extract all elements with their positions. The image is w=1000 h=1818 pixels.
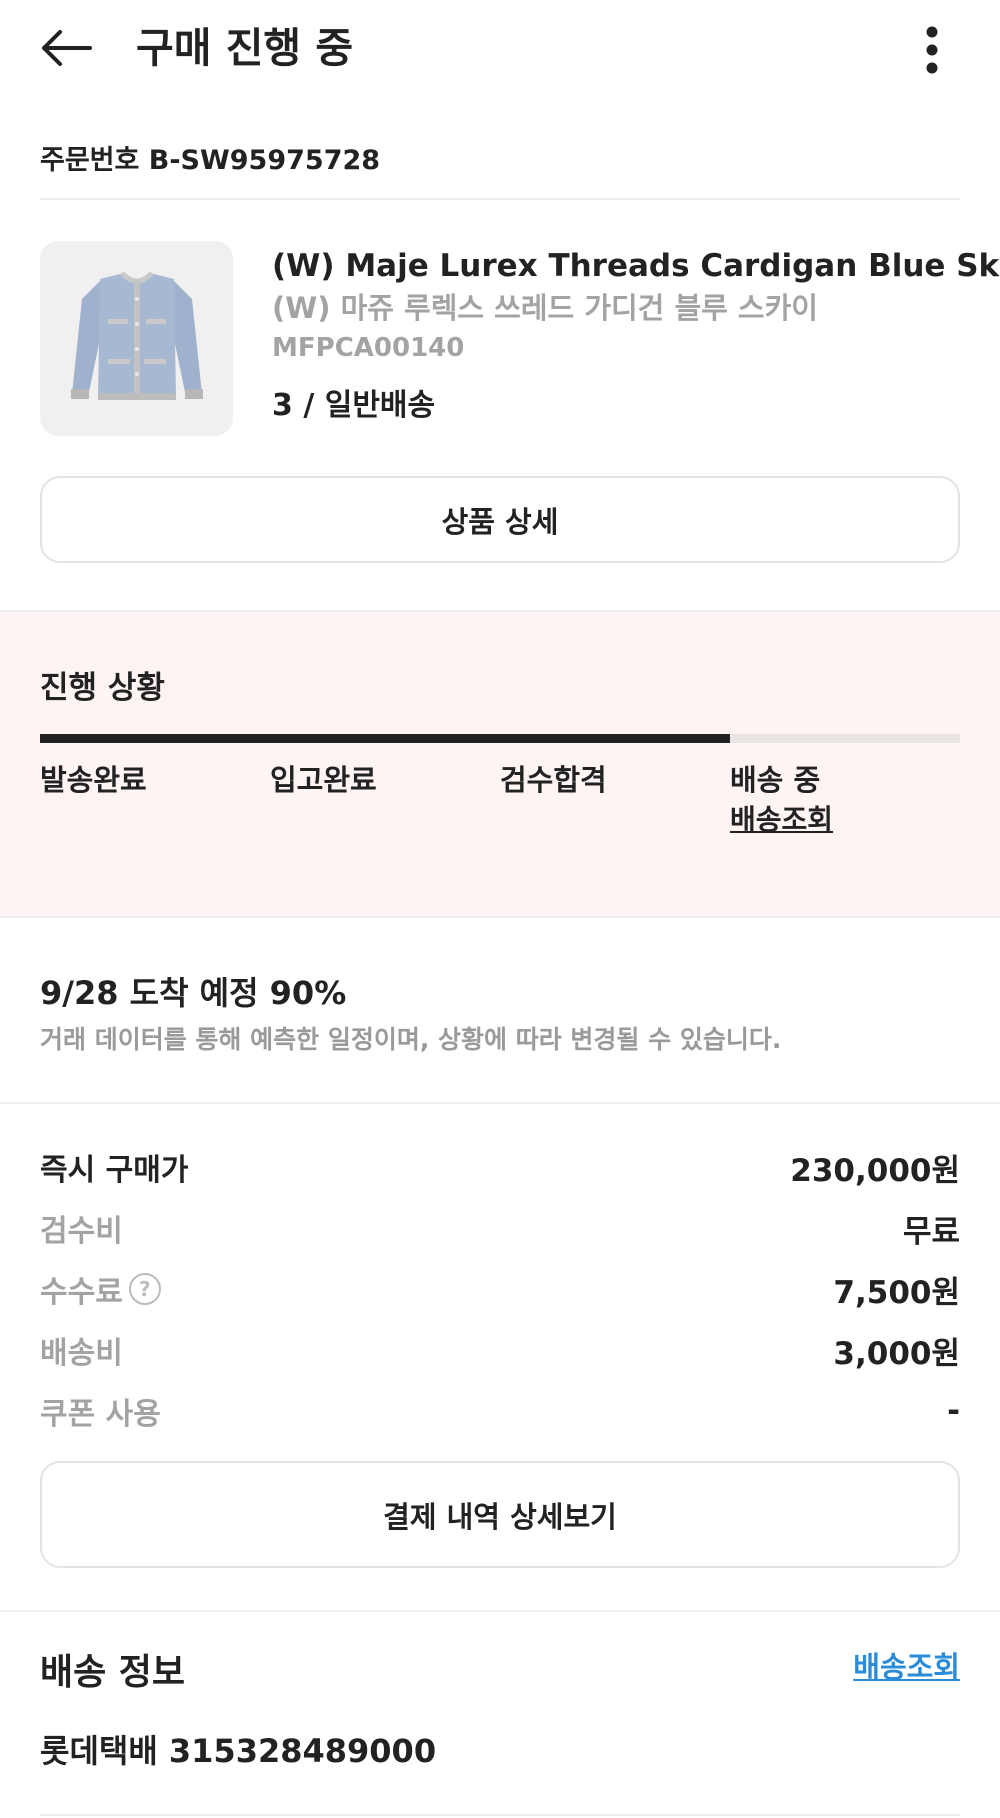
price-label-wrap: 수수료 ? [40, 1267, 161, 1311]
arrival-estimate: 9/28 도착 예정 90% [40, 974, 347, 1012]
help-icon[interactable]: ? [128, 1273, 161, 1305]
product-option: 3 / 일반배송 [272, 388, 436, 423]
price-label: 배송비 [40, 1336, 123, 1371]
step-label: 배송 중 [730, 763, 821, 797]
page-title: 구매 진행 중 [136, 24, 354, 72]
price-value: 무료 [902, 1213, 960, 1250]
price-value: 230,000원 [790, 1152, 960, 1189]
order-detail-page: 구매 진행 중 주문번호 B-SW95975728 (W) Maje Lurex… [0, 0, 1000, 1818]
arrival-note: 거래 데이터를 통해 예측한 일정이며, 상황에 따라 변경될 수 있습니다. [40, 1025, 782, 1054]
price-value: 3,000원 [833, 1335, 960, 1372]
more-vertical-icon [926, 26, 938, 74]
product-code: MFPCA00140 [272, 333, 465, 363]
cardigan-image [70, 270, 203, 400]
price-row-inspection-fee: 검수비 무료 [40, 1203, 960, 1253]
product-name-en: (W) Maje Lurex Threads Cardigan Blue Sky [272, 248, 1000, 284]
delivery-info-title: 배송 정보 [40, 1652, 186, 1693]
price-label: 쿠폰 사용 [40, 1397, 161, 1432]
price-label: 수수료 [40, 1275, 123, 1310]
divider [40, 1814, 960, 1816]
section-divider [0, 1610, 1000, 1612]
section-divider [0, 1102, 1000, 1104]
step-in-delivery: 배송 중 배송조회 [730, 760, 833, 840]
step-label: 검수합격 [500, 763, 607, 797]
step-warehoused: 입고완료 [270, 760, 377, 800]
progress-section: 진행 상황 발송완료 입고완료 검수합격 배송 중 배송조회 [0, 612, 1000, 916]
price-value: 7,500원 [833, 1274, 960, 1311]
divider [40, 198, 960, 200]
price-row-coupon: 쿠폰 사용 - [40, 1386, 960, 1436]
price-value: - [947, 1393, 960, 1429]
courier-tracking-number: 롯데택배 315328489000 [40, 1732, 437, 1770]
track-delivery-link[interactable]: 배송조회 [853, 1644, 960, 1686]
product-thumbnail[interactable] [40, 241, 233, 436]
app-header: 구매 진행 중 [0, 0, 1000, 104]
product-detail-button[interactable]: 상품 상세 [40, 476, 960, 563]
back-button[interactable] [40, 22, 100, 74]
progress-fill [40, 734, 730, 743]
step-label: 입고완료 [270, 763, 377, 797]
order-number: 주문번호 B-SW95975728 [40, 145, 381, 176]
step-shipped: 발송완료 [40, 760, 147, 800]
step-label: 발송완료 [40, 763, 147, 797]
product-name-ko: (W) 마쥬 루렉스 쓰레드 가디건 블루 스카이 [272, 291, 818, 325]
step-inspection-passed: 검수합격 [500, 760, 607, 800]
price-row-instant-buy: 즉시 구매가 230,000원 [40, 1142, 960, 1192]
track-shipment-link[interactable]: 배송조회 [730, 800, 833, 840]
back-arrow-icon [42, 30, 92, 66]
price-label: 검수비 [40, 1214, 123, 1249]
product-info: (W) Maje Lurex Threads Cardigan Blue Sky… [272, 244, 1000, 428]
section-divider [0, 916, 1000, 918]
more-options-button[interactable] [906, 20, 958, 80]
price-row-shipping-fee: 배송비 3,000원 [40, 1325, 960, 1375]
payment-details-button[interactable]: 결제 내역 상세보기 [40, 1461, 960, 1568]
price-label: 즉시 구매가 [40, 1153, 189, 1188]
progress-track [40, 734, 960, 743]
progress-title: 진행 상황 [40, 670, 165, 706]
price-row-commission: 수수료 ? 7,500원 [40, 1264, 960, 1314]
